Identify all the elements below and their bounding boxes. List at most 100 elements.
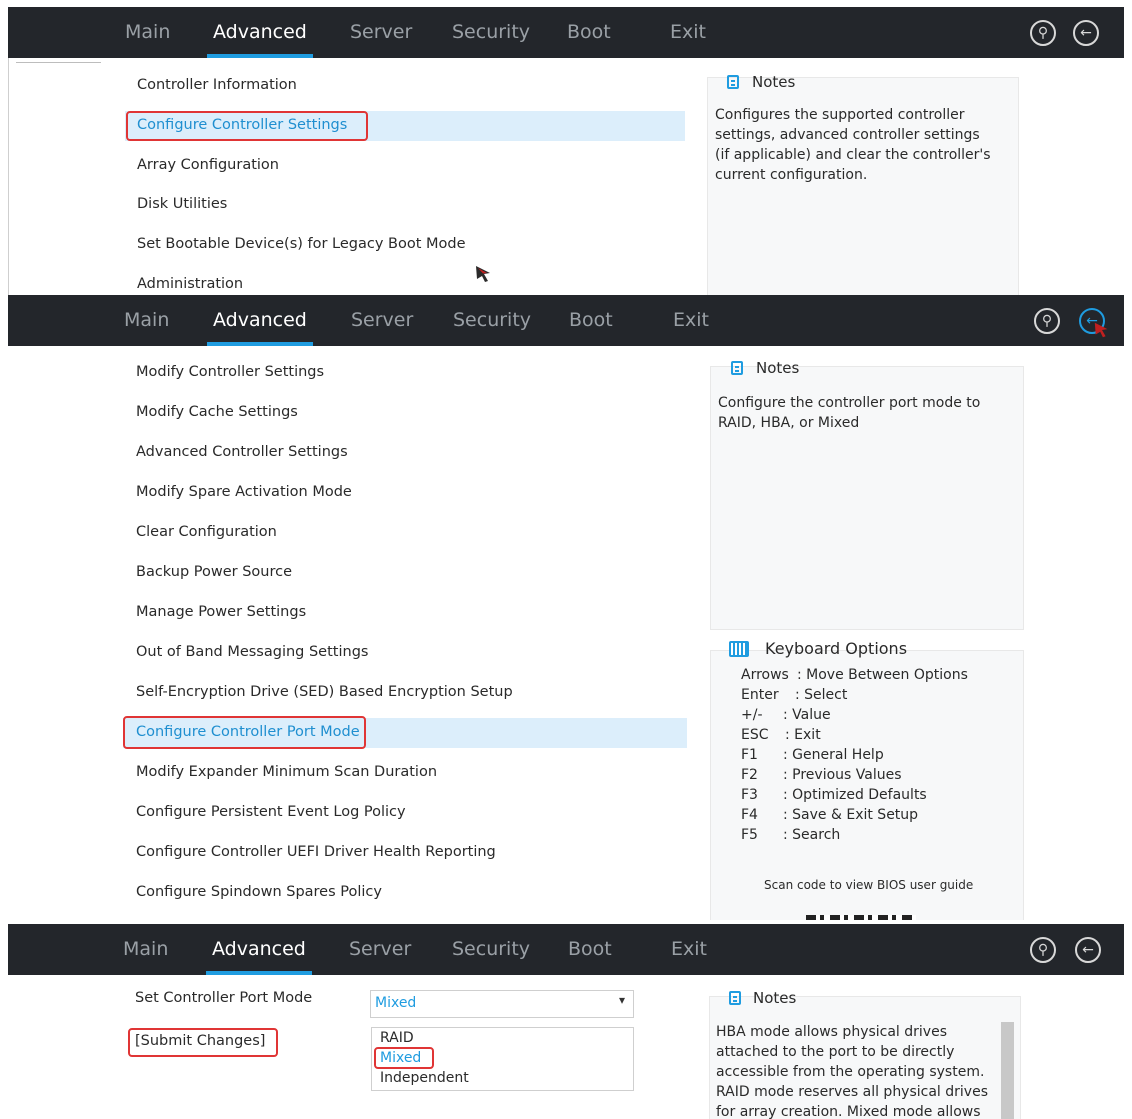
tab-label: Advanced <box>212 938 306 960</box>
menu-item-disk-utilities[interactable]: Disk Utilities <box>137 196 227 212</box>
keyboard-key-description: : Move Between Options <box>797 667 968 683</box>
active-tab-underline <box>207 54 313 58</box>
option-raid[interactable]: RAID <box>380 1030 414 1046</box>
notes-icon <box>727 75 739 89</box>
menu-item[interactable]: Backup Power Source <box>136 564 292 580</box>
tab-boot[interactable]: Boot <box>567 7 611 58</box>
annotation-box <box>128 1028 278 1057</box>
keyboard-key: F2 <box>741 767 758 783</box>
search-icon[interactable]: ⚲ <box>1034 308 1060 334</box>
tab-boot[interactable]: Boot <box>568 924 612 975</box>
keyboard-key-description: : General Help <box>783 747 884 763</box>
menu-item[interactable]: Self-Encryption Drive (SED) Based Encryp… <box>136 684 513 700</box>
keyboard-key: ESC <box>741 727 769 743</box>
top-nav-bar: Main Advanced Server Security Boot Exit … <box>8 924 1124 975</box>
keyboard-key-description: : Exit <box>785 727 821 743</box>
menu-item[interactable]: Configure Persistent Event Log Policy <box>136 804 406 820</box>
back-icon[interactable]: ← <box>1073 20 1099 46</box>
menu-item[interactable]: Configure Controller UEFI Driver Health … <box>136 844 496 860</box>
tab-advanced[interactable]: Advanced <box>207 7 313 58</box>
tab-security[interactable]: Security <box>453 295 531 346</box>
keyboard-key: +/- <box>741 707 763 723</box>
menu-item-controller-information[interactable]: Controller Information <box>137 77 297 93</box>
notes-line: RAID, HBA, or Mixed <box>718 415 860 431</box>
tab-exit[interactable]: Exit <box>673 295 709 346</box>
annotation-box <box>123 716 366 749</box>
option-independent[interactable]: Independent <box>380 1070 469 1086</box>
top-nav-bar: Main Advanced Server Security Boot Exit … <box>8 7 1124 58</box>
search-icon[interactable]: ⚲ <box>1030 937 1056 963</box>
notes-line: settings, advanced controller settings <box>715 127 980 143</box>
port-mode-select[interactable]: Mixed ▾ <box>370 990 634 1018</box>
notes-line: RAID mode reserves all physical drives <box>716 1084 988 1100</box>
menu-item-set-bootable-devices[interactable]: Set Bootable Device(s) for Legacy Boot M… <box>137 236 466 252</box>
menu-item[interactable]: Modify Spare Activation Mode <box>136 484 352 500</box>
keyboard-key-description: : Optimized Defaults <box>783 787 927 803</box>
menu-item-administration[interactable]: Administration <box>137 276 243 292</box>
notes-line: Configure the controller port mode to <box>718 395 981 411</box>
menu-item[interactable]: Modify Expander Minimum Scan Duration <box>136 764 437 780</box>
keyboard-key: F5 <box>741 827 758 843</box>
divider <box>8 58 9 295</box>
tab-server[interactable]: Server <box>350 7 412 58</box>
notes-line: attached to the port to be directly <box>716 1044 955 1060</box>
mouse-pointer-icon <box>476 266 490 282</box>
keyboard-key-description: : Search <box>783 827 841 843</box>
notes-line: accessible from the operating system. <box>716 1064 985 1080</box>
notes-title: Notes <box>752 73 796 91</box>
tab-exit[interactable]: Exit <box>670 7 706 58</box>
bios-screen-3: Main Advanced Server Security Boot Exit … <box>0 924 1132 1119</box>
qr-code-icon <box>806 915 916 920</box>
back-icon[interactable]: ← <box>1075 937 1101 963</box>
menu-item[interactable]: Clear Configuration <box>136 524 277 540</box>
tab-advanced[interactable]: Advanced <box>207 295 313 346</box>
menu-item[interactable]: Configure Spindown Spares Policy <box>136 884 382 900</box>
keyboard-options-title: Keyboard Options <box>765 639 908 658</box>
notes-title: Notes <box>756 359 800 377</box>
notes-line: (if applicable) and clear the controller… <box>715 147 991 163</box>
notes-line: for array creation. Mixed mode allows <box>716 1104 981 1119</box>
menu-item-array-configuration[interactable]: Array Configuration <box>137 157 279 173</box>
tab-exit[interactable]: Exit <box>671 924 707 975</box>
keyboard-key: Arrows <box>741 667 789 683</box>
chevron-down-icon: ▾ <box>618 993 625 1007</box>
tab-boot[interactable]: Boot <box>569 295 613 346</box>
notes-line: Configures the supported controller <box>715 107 965 123</box>
annotation-box <box>374 1047 434 1069</box>
tab-security[interactable]: Security <box>452 7 530 58</box>
active-tab-underline <box>206 971 312 975</box>
top-nav-bar: Main Advanced Server Security Boot Exit … <box>8 295 1124 346</box>
keyboard-key: F1 <box>741 747 758 763</box>
mouse-pointer-icon <box>1094 322 1108 338</box>
tab-main[interactable]: Main <box>123 924 168 975</box>
notes-scrollbar[interactable] <box>1001 1022 1014 1119</box>
keyboard-key: Enter <box>741 687 779 703</box>
notes-icon <box>731 361 743 375</box>
keyboard-key: F3 <box>741 787 758 803</box>
menu-item[interactable]: Manage Power Settings <box>136 604 306 620</box>
annotation-box <box>126 111 368 141</box>
keyboard-key: F4 <box>741 807 758 823</box>
tab-main[interactable]: Main <box>125 7 170 58</box>
tab-server[interactable]: Server <box>349 924 411 975</box>
search-icon[interactable]: ⚲ <box>1030 20 1056 46</box>
menu-item[interactable]: Advanced Controller Settings <box>136 444 348 460</box>
tab-advanced[interactable]: Advanced <box>206 924 312 975</box>
menu-item[interactable]: Out of Band Messaging Settings <box>136 644 368 660</box>
notes-line: HBA mode allows physical drives <box>716 1024 947 1040</box>
bios-screen-1: Main Advanced Server Security Boot Exit … <box>0 7 1132 295</box>
menu-item[interactable]: Modify Controller Settings <box>136 364 324 380</box>
keyboard-key-description: : Previous Values <box>783 767 902 783</box>
left-gutter-line <box>16 62 101 63</box>
tab-main[interactable]: Main <box>124 295 169 346</box>
bios-screen-2: Main Advanced Server Security Boot Exit … <box>0 295 1132 920</box>
active-tab-underline <box>207 342 313 346</box>
tab-security[interactable]: Security <box>452 924 530 975</box>
keyboard-key-description: : Value <box>783 707 831 723</box>
notes-title: Notes <box>753 989 797 1007</box>
notes-icon <box>729 991 741 1005</box>
port-mode-label: Set Controller Port Mode <box>135 990 313 1006</box>
tab-server[interactable]: Server <box>351 295 413 346</box>
menu-item[interactable]: Modify Cache Settings <box>136 404 298 420</box>
scan-code-text: Scan code to view BIOS user guide <box>764 878 974 892</box>
